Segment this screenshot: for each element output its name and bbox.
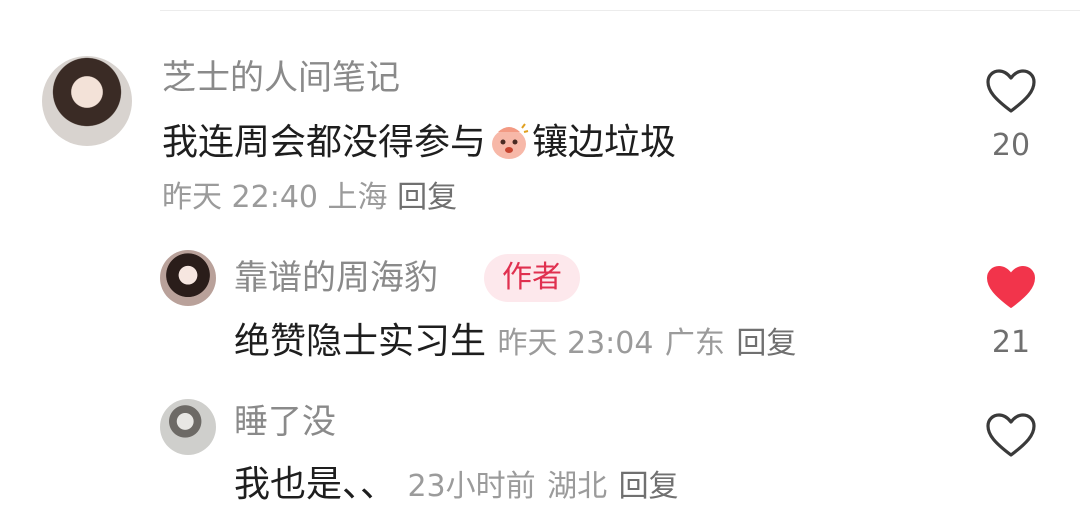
like-count: 21 xyxy=(991,325,1031,360)
heart-filled-icon[interactable] xyxy=(985,264,1037,310)
comment-row: 绝赞隐士实习生 昨天 23:04 广东 回复 xyxy=(234,320,796,366)
comment-text: 我也是、、 xyxy=(234,464,397,505)
avatar[interactable] xyxy=(42,56,132,146)
avatar[interactable] xyxy=(160,399,216,455)
comment-location: 上海 xyxy=(327,180,388,215)
avatar[interactable] xyxy=(160,250,216,306)
reply-button[interactable]: 回复 xyxy=(619,469,679,504)
heart-outline-icon[interactable] xyxy=(985,412,1037,458)
top-divider xyxy=(160,10,1080,11)
comment-meta: 昨天 22:40 上海 回复 xyxy=(162,178,457,218)
comment-text-part: 镶边垃圾 xyxy=(532,122,677,163)
comment-text: 绝赞隐士实习生 xyxy=(234,321,487,362)
reply-button[interactable]: 回复 xyxy=(736,326,796,361)
angry-emoji-icon xyxy=(488,120,530,162)
author-badge: 作者 xyxy=(484,254,580,302)
comment-row: 我也是、、 23小时前 湖北 回复 xyxy=(234,463,679,509)
comment-time: 昨天 22:40 xyxy=(162,180,318,215)
reply-button[interactable]: 回复 xyxy=(397,180,457,215)
like-count: 20 xyxy=(991,128,1031,163)
comment-username[interactable]: 芝士的人间笔记 xyxy=(162,58,400,98)
comment-time: 23小时前 xyxy=(407,469,536,504)
comment-location: 广东 xyxy=(664,326,725,361)
comment-username[interactable]: 靠谱的周海豹 xyxy=(234,258,438,298)
comment-text-part: 我连周会都没得参与 xyxy=(162,122,487,163)
comment-location: 湖北 xyxy=(547,469,608,504)
comment-time: 昨天 23:04 xyxy=(497,326,654,361)
comment-username[interactable]: 睡了没 xyxy=(234,402,336,442)
comment-text: 我连周会都没得参与 镶边垃圾 xyxy=(162,120,676,165)
heart-outline-icon[interactable] xyxy=(985,68,1037,114)
